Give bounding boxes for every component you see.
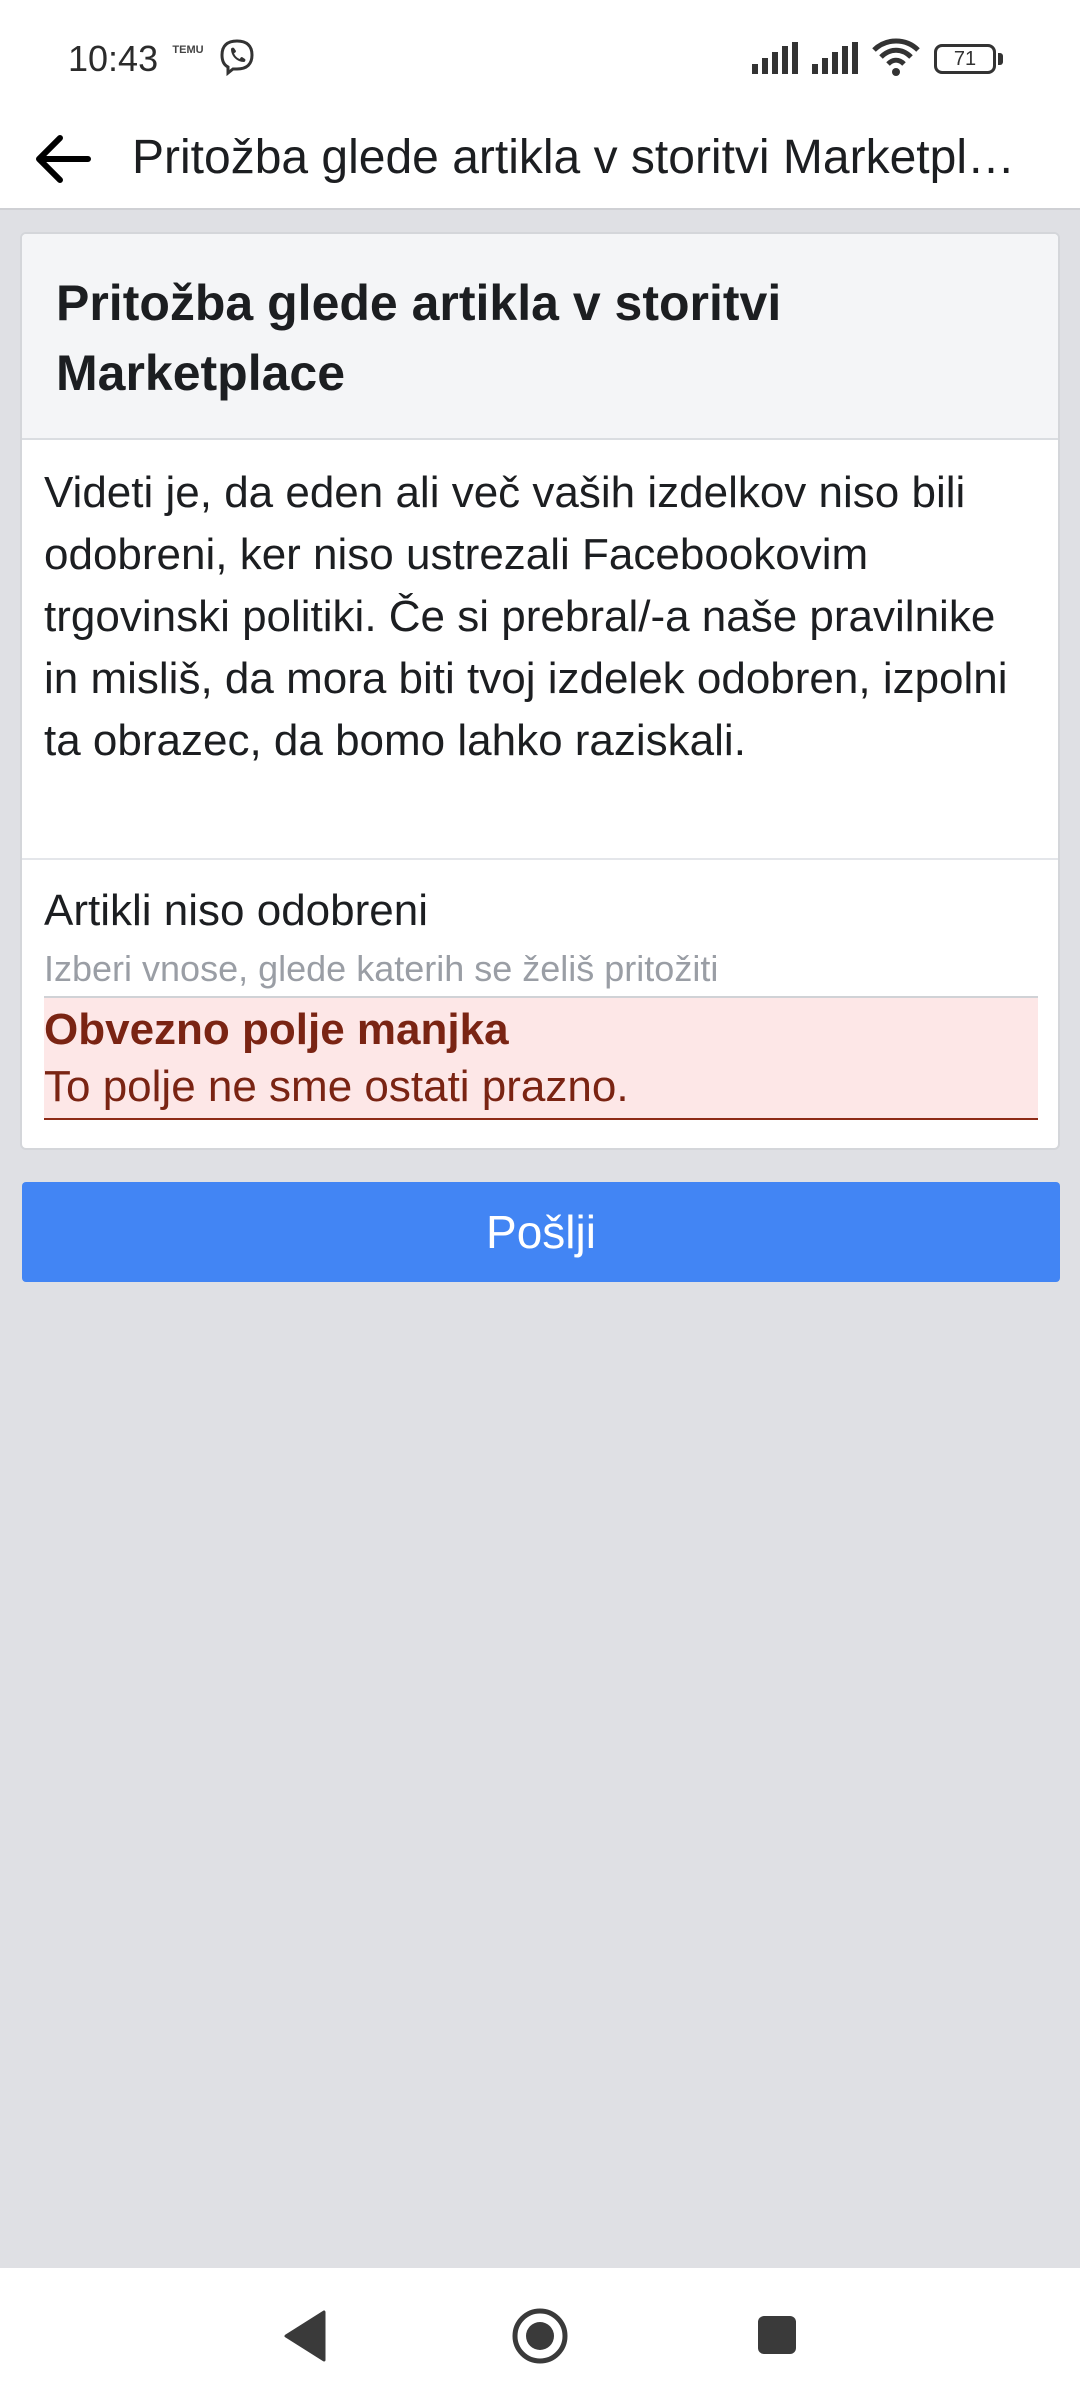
status-bar: 10:43 TEMU 71 <box>0 0 1080 110</box>
status-time: 10:43 <box>68 38 159 79</box>
card-title-line2: Marketplace <box>56 345 346 401</box>
field-label: Artikli niso odobreni <box>44 886 428 935</box>
signal-icon-sim1 <box>752 42 798 74</box>
back-arrow-icon[interactable] <box>30 124 100 194</box>
nav-recents-icon[interactable] <box>756 2314 798 2356</box>
system-nav-bar <box>0 2268 1080 2400</box>
card-title: Pritožba glede artikla v storitvi Market… <box>56 268 1024 408</box>
rejected-items-input[interactable] <box>44 942 1038 998</box>
app-bar-title: Pritožba glede artikla v storitvi Market… <box>132 131 1037 184</box>
viber-icon <box>220 39 254 76</box>
card-title-line1: Pritožba glede artikla v storitvi <box>56 275 782 331</box>
error-title: Obvezno polje manjka <box>44 1005 509 1054</box>
error-message-box: Obvezno polje manjka To polje ne sme ost… <box>44 998 1038 1120</box>
appeal-form-card: Pritožba glede artikla v storitvi Market… <box>20 232 1060 1150</box>
battery-tip <box>998 53 1003 65</box>
card-header: Pritožba glede artikla v storitvi Market… <box>22 234 1058 440</box>
error-text: To polje ne sme ostati prazno. <box>44 1062 629 1111</box>
rejected-items-field: Artikli niso odobreni Obvezno polje manj… <box>22 860 1058 1120</box>
temu-notification-icon: TEMU <box>172 44 204 56</box>
nav-back-icon[interactable] <box>280 2308 330 2364</box>
signal-icon-sim2 <box>812 42 858 74</box>
app-bar: Pritožba glede artikla v storitvi Market… <box>0 110 1080 210</box>
submit-button[interactable]: Pošlji <box>22 1182 1060 1282</box>
form-description: Videti je, da eden ali več vaših izdelko… <box>22 440 1058 860</box>
wifi-icon <box>872 38 920 76</box>
battery-indicator: 71 <box>934 44 996 74</box>
nav-home-icon[interactable] <box>510 2306 570 2366</box>
